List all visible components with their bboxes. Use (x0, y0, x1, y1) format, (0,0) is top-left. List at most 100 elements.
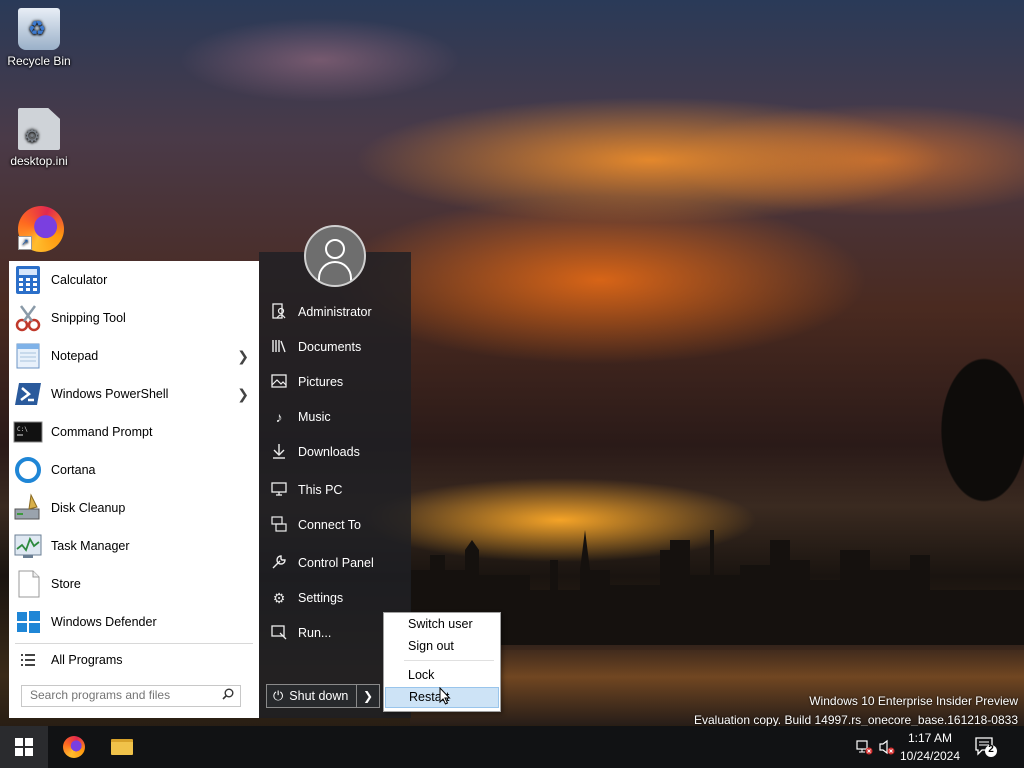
start-item-label: Task Manager (51, 539, 130, 553)
start-icon (15, 738, 33, 756)
taskbar: 1:17 AM 10/24/2024 2 (0, 726, 1024, 768)
divider (15, 643, 253, 644)
start-search-box[interactable] (21, 685, 241, 707)
desktop-icon-recycle-bin[interactable]: Recycle Bin (1, 8, 77, 68)
gear-icon: ⚙ (272, 589, 286, 606)
taskbar-clock[interactable]: 1:17 AM 10/24/2024 (896, 729, 964, 765)
start-right-label: Downloads (298, 445, 360, 459)
downloads-icon (270, 443, 288, 462)
chevron-right-icon[interactable]: ❯ (237, 386, 249, 403)
chevron-right-icon: ❯ (362, 689, 374, 703)
start-right-label: Settings (298, 591, 344, 605)
chevron-right-icon[interactable]: ❯ (237, 348, 249, 365)
start-item-notepad[interactable]: Notepad ❯ (9, 337, 259, 375)
clock-time: 1:17 AM (907, 731, 953, 745)
file-explorer-icon (111, 739, 133, 755)
desktop-icon-label: Recycle Bin (7, 54, 71, 68)
shutdown-label: Shut down (289, 689, 349, 703)
svg-text:C:\: C:\ (17, 426, 28, 433)
start-item-windows-powershell[interactable]: Windows PowerShell ❯ (9, 375, 259, 413)
start-item-snipping-tool[interactable]: Snipping Tool (9, 299, 259, 337)
start-item-label: Disk Cleanup (51, 501, 126, 515)
start-item-windows-defender[interactable]: Windows Defender (9, 603, 259, 641)
start-right-label: Administrator (298, 305, 372, 319)
search-input[interactable] (22, 686, 220, 704)
start-item-disk-cleanup[interactable]: Disk Cleanup (9, 489, 259, 527)
music-icon: ♪ (275, 409, 283, 425)
start-item-label: Command Prompt (51, 425, 153, 439)
start-right-settings[interactable]: ⚙ Settings (259, 583, 411, 613)
scissors-icon (13, 303, 43, 333)
start-right-administrator[interactable]: Administrator (259, 297, 411, 327)
list-icon (13, 653, 43, 667)
start-right-label: Music (298, 410, 331, 424)
start-item-label: Notepad (51, 349, 99, 363)
notification-count: 2 (988, 744, 994, 755)
taskbar-file-explorer[interactable] (98, 726, 146, 768)
windows-defender-icon (13, 607, 43, 637)
task-manager-icon (13, 531, 43, 561)
start-item-label: Store (51, 577, 81, 591)
firefox-shortcut-wrap: ↗ (18, 206, 64, 252)
desktop-icon-firefox[interactable]: ↗ (1, 206, 77, 252)
pictures-icon (270, 373, 288, 392)
volume-muted-icon[interactable] (878, 726, 896, 768)
menu-item-switch-user[interactable]: Switch user (385, 614, 499, 635)
network-tray-icon[interactable] (856, 726, 874, 768)
start-item-label: Windows PowerShell (51, 387, 169, 401)
start-right-label: Run... (298, 626, 332, 640)
user-folder-icon (270, 302, 288, 322)
start-item-store[interactable]: Store (9, 565, 259, 603)
start-right-label: Control Panel (298, 556, 374, 570)
start-item-command-prompt[interactable]: C:\ Command Prompt (9, 413, 259, 451)
computer-icon (270, 481, 288, 500)
all-programs-button[interactable]: All Programs (9, 647, 259, 673)
desktop-icon-desktop-ini[interactable]: desktop.ini (1, 108, 77, 168)
search-icon[interactable] (222, 688, 234, 703)
shutdown-button[interactable]: ⏻ Shut down (267, 685, 356, 707)
start-right-documents[interactable]: Documents (259, 332, 411, 362)
run-icon (270, 624, 288, 643)
start-item-label: Calculator (51, 273, 108, 287)
user-head-shape (325, 239, 345, 259)
store-icon (13, 569, 43, 599)
firefox-icon (63, 736, 85, 758)
menu-divider (404, 660, 494, 661)
connect-icon (270, 515, 288, 535)
start-item-label: Windows Defender (51, 615, 157, 629)
start-right-music[interactable]: ♪ Music (259, 402, 411, 432)
calculator-icon (13, 265, 43, 295)
start-right-this-pc[interactable]: This PC (259, 475, 411, 505)
start-item-label: Cortana (51, 463, 96, 477)
action-center-button[interactable]: 2 (974, 736, 998, 758)
start-right-label: Connect To (298, 518, 362, 532)
menu-item-lock[interactable]: Lock (385, 665, 499, 686)
user-avatar[interactable] (304, 225, 366, 287)
power-icon: ⏻ (273, 688, 284, 703)
start-right-label: Documents (298, 340, 362, 354)
mouse-cursor-icon (439, 687, 451, 705)
settings-file-icon (18, 108, 60, 150)
start-right-downloads[interactable]: Downloads (259, 437, 411, 467)
start-item-cortana[interactable]: Cortana (9, 451, 259, 489)
documents-icon (270, 338, 288, 357)
clock-date: 10/24/2024 (899, 749, 961, 763)
cmd-icon: C:\ (13, 417, 43, 447)
start-right-pictures[interactable]: Pictures (259, 367, 411, 397)
recycle-bin-icon (18, 8, 60, 50)
build-watermark-line2: Evaluation copy. Build 14997.rs_onecore_… (693, 713, 1018, 727)
disk-cleanup-icon (13, 493, 43, 523)
start-item-calculator[interactable]: Calculator (9, 261, 259, 299)
start-right-connect-to[interactable]: Connect To (259, 510, 411, 540)
start-right-control-panel[interactable]: Control Panel (259, 548, 411, 578)
taskbar-firefox[interactable] (50, 726, 98, 768)
shortcut-arrow-icon: ↗ (18, 236, 32, 250)
start-item-task-manager[interactable]: Task Manager (9, 527, 259, 565)
menu-item-sign-out[interactable]: Sign out (385, 636, 499, 657)
build-watermark-line1: Windows 10 Enterprise Insider Preview (809, 694, 1018, 708)
start-button[interactable] (0, 726, 48, 768)
start-item-label: Snipping Tool (51, 311, 126, 325)
shutdown-options-button[interactable]: ❯ (356, 685, 379, 707)
user-body-shape (318, 261, 352, 283)
all-programs-label: All Programs (51, 653, 123, 667)
